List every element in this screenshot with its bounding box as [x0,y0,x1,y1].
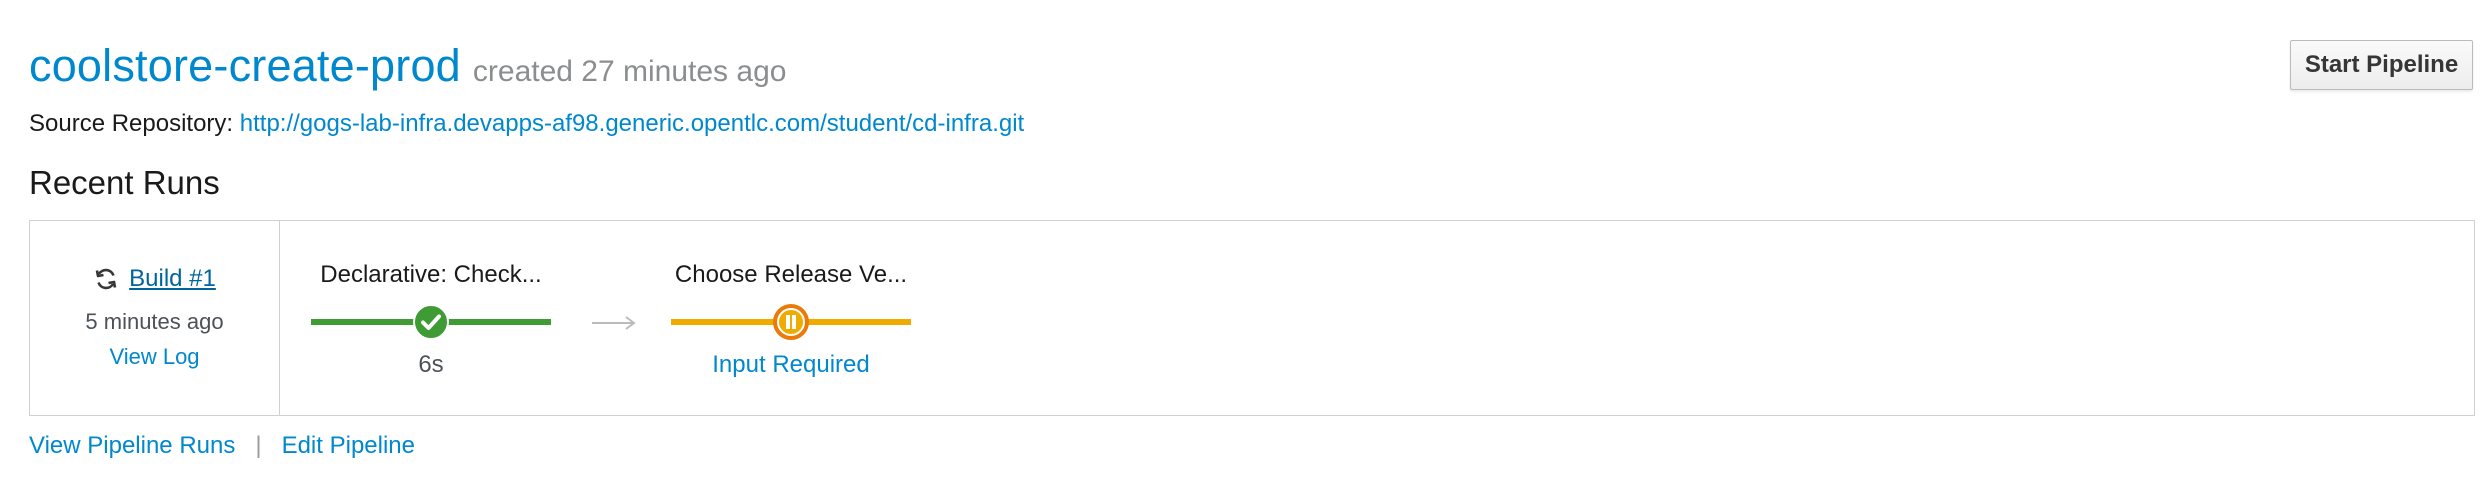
link-separator: | [255,432,262,459]
view-pipeline-runs-link[interactable]: View Pipeline Runs [29,432,235,460]
input-required-link[interactable]: Input Required [671,351,911,379]
stage-declarative-checkout: Declarative: Check... 6s [311,221,551,415]
stage-name[interactable]: Declarative: Check... [311,261,551,289]
pipeline-page: coolstore-create-prod created 27 minutes… [29,0,2477,496]
pipeline-links: View Pipeline Runs | Edit Pipeline [29,432,415,460]
arrow-right-icon [592,316,636,330]
source-repository-link[interactable]: http://gogs-lab-infra.devapps-af98.gener… [240,110,1024,137]
stage-duration: 6s [418,351,444,378]
edit-pipeline-link[interactable]: Edit Pipeline [282,432,415,460]
build-age: 5 minutes ago [85,309,224,334]
check-icon [413,304,449,340]
recent-runs-panel: Build #1 5 minutes ago View Log Declarat… [29,220,2475,416]
created-timestamp: created 27 minutes ago [472,55,787,88]
pipeline-title[interactable]: coolstore-create-prod [29,40,461,92]
start-pipeline-button[interactable]: Start Pipeline [2290,40,2473,90]
build-summary: Build #1 5 minutes ago View Log [30,221,280,415]
pause-icon [773,304,809,340]
sync-icon [95,268,117,290]
stage-name[interactable]: Choose Release Ve... [671,261,911,289]
recent-runs-heading: Recent Runs [29,164,220,201]
build-name-row: Build #1 [30,265,279,293]
build-link[interactable]: Build #1 [129,265,216,293]
stage-choose-release-version: Choose Release Ve... Input Required [671,221,911,415]
page-header: coolstore-create-prod created 27 minutes… [29,40,786,92]
view-log-link[interactable]: View Log [30,344,279,370]
source-repository-label: Source Repository: [29,110,234,137]
source-repository: Source Repository: http://gogs-lab-infra… [29,110,1024,138]
